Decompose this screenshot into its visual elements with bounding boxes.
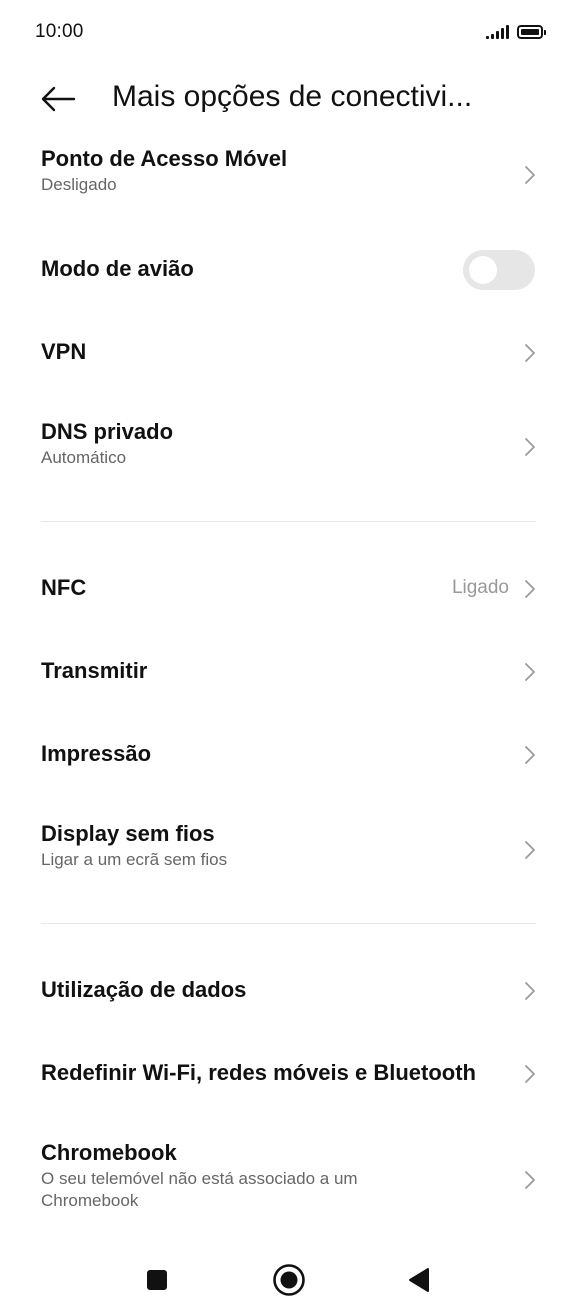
setting-reset-network[interactable]: Redefinir Wi-Fi, redes móveis e Bluetoot… [0,1043,577,1103]
setting-title: Transmitir [41,658,148,683]
setting-wireless-display[interactable]: Display sem fios Ligar a um ecrã sem fio… [0,815,577,885]
setting-subtitle: Automático [41,448,127,467]
battery-icon [517,25,546,39]
setting-hotspot[interactable]: Ponto de Acesso Móvel Desligado [0,140,577,210]
signal-icon [486,25,509,39]
chevron-right-icon [523,661,537,683]
chevron-right-icon [523,1169,537,1191]
home-button[interactable] [269,1260,309,1300]
setting-nfc[interactable]: NFC Ligado [0,558,577,618]
setting-title: Impressão [41,741,152,766]
chevron-right-icon [523,164,537,186]
setting-title: Display sem fios [41,821,215,846]
chevron-right-icon [523,744,537,766]
back-button[interactable] [40,84,76,114]
home-circle-icon [273,1264,305,1296]
setting-airplane-mode[interactable]: Modo de avião [0,240,577,300]
status-bar: 10:00 [0,0,577,64]
setting-title: Modo de avião [41,256,194,281]
chevron-right-icon [523,839,537,861]
setting-title: VPN [41,339,87,364]
setting-subtitle: O seu telemóvel não está associado a um … [41,1169,358,1210]
setting-chromebook[interactable]: Chromebook O seu telemóvel não está asso… [0,1134,577,1224]
status-icons [486,25,546,39]
chevron-right-icon [523,578,537,600]
recents-square-icon [147,1270,167,1290]
setting-title: Utilização de dados [41,977,247,1002]
section-divider [41,923,536,924]
chevron-right-icon [523,1063,537,1085]
setting-title: NFC [41,575,87,600]
section-divider [41,521,536,522]
setting-title: DNS privado [41,419,174,444]
chevron-right-icon [523,342,537,364]
system-nav-bar [0,1240,577,1316]
toggle-knob [469,256,497,284]
arrow-left-icon [41,86,76,112]
back-triangle-icon [409,1268,429,1292]
page-title: Mais opções de conectivi... [112,80,473,113]
app-bar: Mais opções de conectivi... [0,64,577,134]
setting-title: Ponto de Acesso Móvel [41,146,288,171]
setting-title: Redefinir Wi-Fi, redes móveis e Bluetoot… [41,1060,476,1085]
chevron-right-icon [523,980,537,1002]
setting-vpn[interactable]: VPN [0,322,577,382]
setting-printing[interactable]: Impressão [0,724,577,784]
airplane-mode-toggle[interactable] [463,250,535,290]
setting-data-usage[interactable]: Utilização de dados [0,960,577,1020]
setting-value: Ligado [451,577,509,598]
chevron-right-icon [523,436,537,458]
setting-title: Chromebook [41,1140,177,1165]
setting-subtitle: Ligar a um ecrã sem fios [41,850,228,869]
setting-subtitle: Desligado [41,175,117,194]
setting-private-dns[interactable]: DNS privado Automático [0,412,577,482]
nav-back-button[interactable] [398,1260,438,1300]
setting-cast[interactable]: Transmitir [0,641,577,701]
recents-button[interactable] [137,1260,177,1300]
status-time: 10:00 [35,21,84,42]
settings-screen: 10:00 Mais opções de conectivi... Ponto [0,0,577,1316]
